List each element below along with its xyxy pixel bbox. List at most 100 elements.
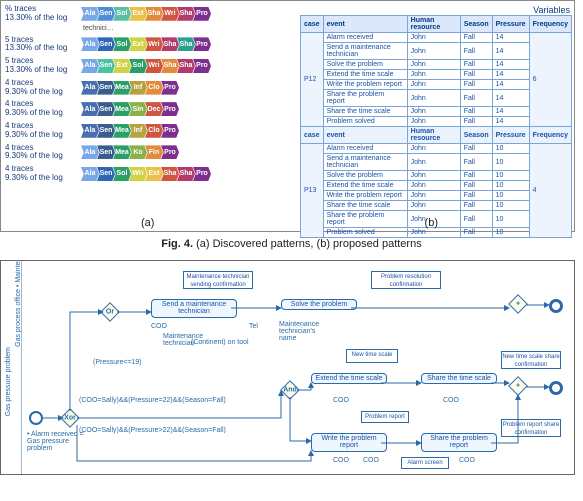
activity-chip: Ext: [129, 7, 147, 21]
lane-divider: [21, 261, 22, 474]
figure5-process-diagram: Gas pressure problem Gas process office …: [0, 260, 575, 475]
activity-chip: Sha: [145, 7, 163, 21]
activity-chip: Mea: [113, 81, 131, 95]
task-share-report: Share the problem report: [421, 433, 497, 452]
note-coo-6: COO: [459, 457, 475, 464]
activity-chip: Pro: [161, 102, 179, 116]
activity-chip: Wri: [129, 167, 147, 181]
activity-chip: Sha: [177, 167, 195, 181]
activity-chip: Pro: [161, 124, 179, 138]
activity-chip: Wri: [145, 37, 163, 51]
task-solve-problem: Solve the problem: [281, 299, 357, 310]
gateway-merge-bottom: +: [508, 376, 528, 396]
activity-chip: Ext: [129, 37, 147, 51]
variables-title: Variables: [300, 5, 570, 15]
activity-chip: Sha: [161, 37, 179, 51]
pattern-stats: 4 traces9.30% of the log: [5, 79, 81, 97]
activity-chip: Inf: [129, 124, 147, 138]
activity-chip: Sol: [129, 59, 147, 73]
activity-chip: Wri: [161, 7, 179, 21]
fig4-caption: Fig. 4. (a) Discovered patterns, (b) pro…: [0, 238, 583, 250]
activity-chip: Mea: [113, 124, 131, 138]
pattern-row: 4 traces9.30% of the logAlaSenMeaKoFinPr…: [5, 144, 275, 162]
fig4-caption-text: (a) Discovered patterns, (b) proposed pa…: [193, 238, 422, 250]
pattern-row: 5 traces13.30% of the logAlaSenSolExtWri…: [5, 36, 275, 54]
activity-chip: Sen: [97, 37, 115, 51]
activity-chip: Pro: [193, 37, 211, 51]
table-row: P12Alarm receivedJohnFall146: [301, 33, 572, 43]
pattern-stats: 5 traces13.30% of the log: [5, 36, 81, 54]
task-write-report: Write the problem report: [311, 433, 387, 452]
note-alarm-received: • Alarm received = Gas pressure problem: [27, 431, 87, 452]
activity-chip: Pro: [193, 59, 211, 73]
doc-maint-confirmation: Maintenance technician sending confirmat…: [183, 271, 253, 289]
end-event-bottom: [549, 381, 563, 395]
activity-chip: Pro: [193, 7, 211, 21]
activity-chip: Clo: [145, 124, 163, 138]
label-a: (a): [141, 217, 154, 229]
table-caption-row: caseeventHuman resourceSeasonPressureFre…: [301, 127, 572, 144]
activity-chip: Ala: [81, 102, 99, 116]
task-extend-timescale: Extend the time scale: [311, 373, 387, 384]
activity-chip: Ala: [81, 7, 99, 21]
activity-chip: Ala: [81, 124, 99, 138]
activity-chip: Sen: [97, 145, 115, 159]
note-coo-3: COO: [443, 397, 459, 404]
fig4b-table-area: Variables caseeventHuman resourceSeasonP…: [300, 1, 572, 238]
doc-new-timescale: New time scale: [346, 349, 398, 363]
activity-chip: Sha: [161, 59, 179, 73]
activity-chip: Sol: [113, 7, 131, 21]
pattern-row: 4 traces9.30% of the logAlaSenMeaInfCloP…: [5, 122, 275, 140]
note-coo-2: COO: [333, 397, 349, 404]
note-coo-1: COO: [151, 323, 167, 330]
activity-chip: Sen: [97, 59, 115, 73]
activity-chip: Ala: [81, 59, 99, 73]
note-cond1: (COO=Sally)&&(Pressure=22)&&(Season=Fall…: [79, 397, 226, 404]
fig4a-patterns: % traces13.30% of the logAlaSenSolExtSha…: [5, 1, 275, 183]
pattern-chips: AlaSenMeaInfCloPro: [81, 124, 177, 138]
activity-chip: Mea: [113, 102, 131, 116]
doc-problem-confirmation: Problem resolution confirmation: [371, 271, 441, 289]
note-coo-4: COO: [333, 457, 349, 464]
activity-chip: Sha: [177, 37, 195, 51]
fig4-caption-bold: Fig. 4.: [161, 238, 193, 250]
label-b: (b): [425, 217, 438, 229]
pattern-chips: AlaSenMeaInfCloPro: [81, 81, 177, 95]
activity-chip: Ala: [81, 145, 99, 159]
activity-chip: Ext: [145, 167, 163, 181]
gateway-or: Or: [100, 302, 120, 322]
activity-chip: Ala: [81, 167, 99, 181]
note-cond2: (COO=Sally)&&(Pressure>22)&&(Season=Fall…: [79, 427, 226, 434]
table-row: P13Alarm receivedJohnFall104: [301, 144, 572, 154]
note-continent-tool: (Continent) on tool: [191, 339, 249, 346]
pattern-chips: AlaSenSolExtShaWriShaPro: [81, 7, 209, 21]
activity-chip: Dec: [145, 102, 163, 116]
note-maint-name: Maintenance technician's name: [279, 321, 331, 342]
note-coo-5: COO: [363, 457, 379, 464]
note-tel-1: Tel: [249, 323, 258, 330]
gateway-merge-top: +: [508, 294, 528, 314]
pattern-row: 4 traces9.30% of the logAlaSenMeaInfCloP…: [5, 79, 275, 97]
activity-chip: Sen: [97, 167, 115, 181]
pattern-row: 4 traces9.30% of the logAlaSenSolWriExtS…: [5, 165, 275, 183]
pattern-row: 4 traces9.30% of the logAlaSenMeaSinDecP…: [5, 100, 275, 118]
task-send-technician: Send a maintenance technician: [151, 299, 237, 318]
start-event: [29, 411, 43, 425]
pattern-row: % traces13.30% of the logAlaSenSolExtSha…: [5, 5, 275, 23]
pattern-chips: AlaSenSolWriExtShaShaPro: [81, 167, 209, 181]
task-share-timescale: Share the time scale: [421, 373, 497, 384]
activity-chip: Sen: [97, 124, 115, 138]
note-pressure: (Pressure<=19): [93, 359, 142, 366]
activity-chip: Sin: [129, 102, 147, 116]
activity-chip: Sha: [177, 7, 195, 21]
activity-chip: Sha: [177, 59, 195, 73]
gateway-and: And: [280, 380, 300, 400]
activity-chip: Pro: [193, 167, 211, 181]
pattern-stats: 5 traces13.30% of the log: [5, 57, 81, 75]
activity-chip: Pro: [161, 145, 179, 159]
pattern-row: 5 traces13.30% of the logAlaSenExtSolWri…: [5, 57, 275, 75]
doc-alarm-screen: Alarm screen: [401, 457, 449, 469]
activity-chip: Pro: [161, 81, 179, 95]
pattern-chips: AlaSenMeaKoFinPro: [81, 145, 177, 159]
activity-chip: Sol: [113, 167, 131, 181]
